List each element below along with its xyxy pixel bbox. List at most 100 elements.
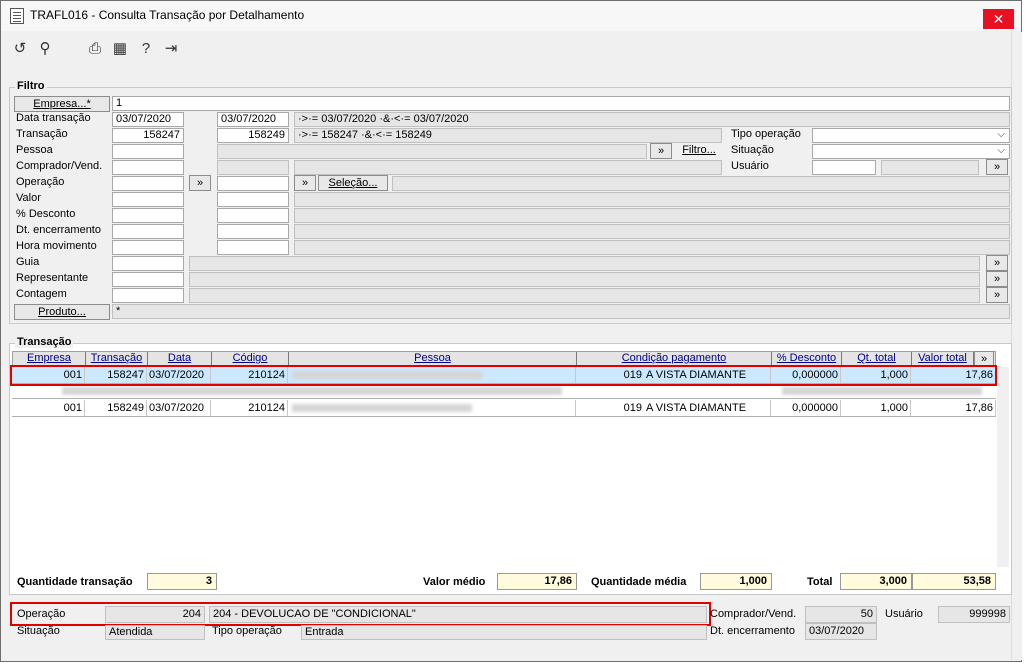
desconto-from-field[interactable] — [112, 208, 184, 223]
valor-expression — [294, 192, 1010, 207]
usuario-detail-field: 999998 — [938, 606, 1010, 623]
guia-expression — [189, 256, 980, 271]
label-operacao: Operação — [16, 176, 65, 188]
situacao-select[interactable] — [812, 144, 1010, 159]
comprador-field[interactable] — [112, 160, 184, 175]
col-transacao[interactable]: Transação — [86, 352, 148, 365]
transacao-title: Transação — [15, 336, 74, 348]
exit-icon[interactable]: ⇥ — [162, 40, 180, 58]
operacao-from-field[interactable] — [112, 176, 184, 191]
valor-to-field[interactable] — [217, 192, 289, 207]
dt-enc-from-field[interactable] — [112, 224, 184, 239]
search-icon[interactable]: ⚲ — [36, 40, 54, 58]
label-comprador: Comprador/Vend. — [16, 160, 103, 172]
highlight-box-row — [10, 365, 997, 386]
col-desconto[interactable]: % Desconto — [772, 352, 842, 365]
pessoa-field[interactable] — [112, 144, 184, 159]
operacao-expression — [392, 176, 1010, 191]
label-desconto: % Desconto — [16, 208, 76, 220]
cell-cond-code: 019 — [623, 402, 642, 414]
total-valor-value: 53,58 — [912, 573, 996, 590]
col-pessoa[interactable]: Pessoa — [289, 352, 577, 365]
grid-header: Empresa Transação Data Código Pessoa Con… — [12, 351, 996, 366]
window-title: TRAFL016 - Consulta Transação por Detalh… — [30, 8, 305, 22]
desconto-to-field[interactable] — [217, 208, 289, 223]
pessoa-desc-field — [217, 144, 647, 159]
comprador-desc-field — [217, 160, 289, 175]
representante-expand-button[interactable]: » — [986, 271, 1008, 287]
document-icon — [10, 8, 24, 24]
hora-to-field[interactable] — [217, 240, 289, 255]
help-icon[interactable]: ? — [137, 40, 155, 58]
selecao-expand-button[interactable]: » — [294, 175, 316, 191]
comprador-detail-field: 50 — [805, 606, 877, 623]
hora-expression — [294, 240, 1010, 255]
col-codigo[interactable]: Código — [212, 352, 289, 365]
data-from-field[interactable]: 03/07/2020 — [112, 112, 184, 127]
window-scrollbar[interactable] — [1011, 32, 1022, 660]
operacao-to-field[interactable] — [217, 176, 289, 191]
qtd-media-value: 1,000 — [700, 573, 772, 590]
guia-field[interactable] — [112, 256, 184, 271]
label-representante: Representante — [16, 272, 89, 284]
usuario-label: Usuário — [731, 160, 769, 172]
grid-columns-button[interactable]: » — [974, 351, 994, 366]
total-qt-value: 3,000 — [840, 573, 912, 590]
label-transacao: Transação — [16, 128, 68, 140]
contagem-expand-button[interactable]: » — [986, 287, 1008, 303]
col-qt-total[interactable]: Qt. total — [842, 352, 912, 365]
grid-scrollbar[interactable] — [997, 367, 1009, 567]
table-row[interactable]: 001 158249 03/07/2020 210124 019 A VISTA… — [12, 400, 996, 417]
close-button[interactable]: ✕ — [983, 9, 1014, 29]
situacao-label: Situação — [731, 144, 774, 156]
usuario-field[interactable] — [812, 160, 876, 175]
col-empresa[interactable]: Empresa — [13, 352, 86, 365]
transacao-expression: ·>·= 158247 ·&·<·= 158249 — [294, 128, 722, 143]
calendar-icon[interactable]: ▦ — [111, 40, 129, 58]
transacao-to-field[interactable]: 158249 — [217, 128, 289, 143]
transacao-from-field[interactable]: 158247 — [112, 128, 184, 143]
tipo-operacao-select[interactable] — [812, 128, 1010, 143]
undo-icon[interactable]: ↺ — [11, 40, 29, 58]
contagem-field[interactable] — [112, 288, 184, 303]
col-data[interactable]: Data — [148, 352, 212, 365]
dt-encerramento-label: Dt. encerramento — [710, 625, 795, 637]
cell-condicao: A VISTA DIAMANTE — [644, 400, 771, 416]
selecao-button[interactable]: Seleção... — [318, 175, 388, 191]
operacao-expand-button[interactable]: » — [189, 175, 211, 191]
hora-from-field[interactable] — [112, 240, 184, 255]
empresa-button[interactable]: Empresa...* — [14, 96, 110, 112]
produto-field[interactable]: * — [112, 304, 1010, 319]
usuario-expand-button[interactable]: » — [986, 159, 1008, 175]
cell-empresa: 001 — [12, 400, 85, 416]
filtro-button[interactable]: Filtro... — [676, 143, 722, 159]
dt-enc-to-field[interactable] — [217, 224, 289, 239]
empresa-field[interactable]: 1 — [112, 96, 1010, 111]
col-condicao[interactable]: Condição pagamento — [577, 352, 772, 365]
pessoa-expand-button[interactable]: » — [650, 143, 672, 159]
print-icon[interactable]: ⎙ — [86, 40, 104, 58]
highlight-box-operacao — [10, 602, 711, 626]
tipo-operacao-label: Tipo operação — [731, 128, 801, 140]
comprador-detail-label: Comprador/Vend. — [710, 608, 797, 620]
valor-medio-value: 17,86 — [497, 573, 577, 590]
dt-enc-expression — [294, 224, 1010, 239]
usuario-detail-label: Usuário — [885, 608, 923, 620]
produto-button[interactable]: Produto... — [14, 304, 110, 320]
desconto-expression — [294, 208, 1010, 223]
qtd-transacao-value: 3 — [147, 573, 217, 590]
data-expression: ·>·= 03/07/2020 ·&·<·= 03/07/2020 — [294, 112, 1010, 127]
cell-qt-total: 1,000 — [841, 400, 911, 416]
representante-field[interactable] — [112, 272, 184, 287]
col-valor-total[interactable]: Valor total — [912, 352, 974, 365]
filtro-title: Filtro — [15, 80, 47, 92]
valor-medio-label: Valor médio — [423, 576, 486, 588]
valor-from-field[interactable] — [112, 192, 184, 207]
tipo-operacao-field: Entrada — [301, 625, 707, 640]
data-to-field[interactable]: 03/07/2020 — [217, 112, 289, 127]
cell-valor-total: 17,86 — [911, 400, 996, 416]
table-row[interactable] — [12, 384, 996, 399]
representante-expression — [189, 272, 980, 287]
usuario-desc-field — [881, 160, 979, 175]
guia-expand-button[interactable]: » — [986, 255, 1008, 271]
